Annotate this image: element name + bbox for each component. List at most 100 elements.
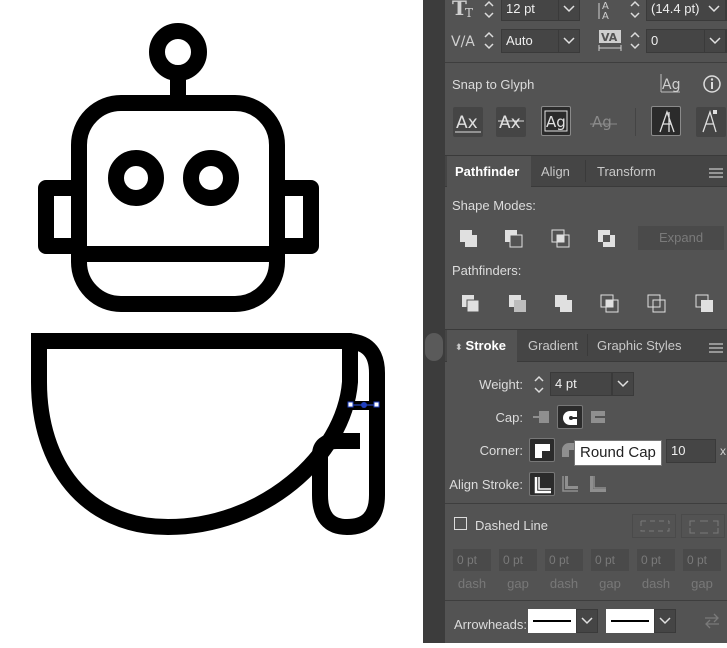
collapse-arrows-icon: ⬍ [455, 342, 463, 352]
start-arrowhead-dropdown[interactable] [576, 609, 598, 633]
expand-button[interactable]: Expand [638, 226, 724, 250]
kerning-icon: V/A [451, 29, 477, 53]
miter-limit-input[interactable]: 10 [666, 439, 716, 463]
kerning-stepper[interactable] [482, 29, 496, 53]
align-dash-corners-icon[interactable] [681, 514, 725, 538]
preserve-dash-icon[interactable] [632, 514, 676, 538]
pathfinders-label: Pathfinders: [452, 263, 522, 278]
align-stroke-label: Align Stroke: [449, 477, 523, 492]
cap-label: Cap: [495, 410, 523, 425]
font-size-icon: TT [451, 0, 477, 21]
robot-body [31, 333, 358, 535]
end-arrowhead-dropdown[interactable] [654, 609, 676, 633]
weight-dropdown[interactable] [612, 372, 634, 396]
gap-input-2[interactable]: 0 pt [591, 549, 629, 571]
properties-panel: TT 12 pt AA (14.4 pt) V/A Auto VA 0 Snap… [445, 0, 727, 643]
minus-front-icon[interactable] [502, 226, 528, 250]
align-inside-icon[interactable] [557, 472, 583, 496]
svg-text:V/A: V/A [451, 34, 475, 50]
glyph-options-icon[interactable]: Ag [658, 73, 682, 95]
projecting-cap-icon[interactable] [585, 405, 611, 429]
crop-icon[interactable] [598, 291, 624, 315]
dashed-line-checkbox[interactable] [454, 517, 467, 530]
panel-menu-icon[interactable] [709, 166, 723, 178]
gap-input-1[interactable]: 0 pt [499, 549, 537, 571]
panel-divider[interactable] [423, 0, 445, 643]
svg-text:VA: VA [601, 31, 618, 44]
robot-artwork[interactable] [0, 0, 423, 643]
leading-dropdown[interactable] [704, 0, 726, 21]
leading-icon: AA [598, 0, 622, 22]
dash-label: dash [641, 576, 671, 591]
divide-icon[interactable] [459, 291, 485, 315]
divider [587, 334, 588, 356]
butt-cap-icon[interactable] [529, 405, 555, 429]
snap-x-height-button[interactable]: Ax [496, 107, 526, 137]
tab-gradient[interactable]: Gradient [520, 330, 586, 361]
snap-angular-guides-button[interactable] [651, 106, 681, 136]
align-center-icon[interactable] [529, 472, 555, 496]
tab-stroke[interactable]: ⬍ Stroke [447, 330, 517, 362]
outline-icon[interactable] [645, 291, 671, 315]
snap-proximity-guides-button[interactable]: Ag [589, 107, 619, 137]
svg-text:A: A [602, 11, 609, 21]
snap-baseline-button[interactable]: Ax [453, 107, 483, 137]
round-cap-icon[interactable] [557, 405, 583, 429]
snap-glyph-bounds-button[interactable]: Ag [541, 106, 571, 136]
dashed-line-label: Dashed Line [475, 518, 548, 533]
gap-input-3[interactable]: 0 pt [683, 549, 721, 571]
panel-menu-icon[interactable] [709, 341, 723, 353]
divider [445, 62, 727, 63]
gap-label: gap [599, 576, 621, 591]
tracking-stepper[interactable] [628, 29, 642, 53]
tracking-icon: VA [598, 28, 624, 52]
end-arrowhead-select[interactable] [606, 609, 654, 633]
svg-text:Ax: Ax [499, 113, 521, 133]
font-size-stepper[interactable] [482, 0, 496, 22]
align-outside-icon[interactable] [585, 472, 611, 496]
tab-pathfinder[interactable]: Pathfinder [447, 156, 531, 187]
dash-input-3[interactable]: 0 pt [637, 549, 675, 571]
tracking-dropdown[interactable] [704, 29, 726, 53]
kerning-dropdown[interactable] [558, 29, 580, 53]
divider [445, 600, 727, 601]
arrowheads-label: Arrowheads: [454, 617, 527, 632]
panel-resize-grip[interactable] [425, 333, 443, 361]
robot-head [71, 95, 285, 312]
miter-join-icon[interactable] [529, 438, 555, 462]
dash-input-2[interactable]: 0 pt [545, 549, 583, 571]
svg-text:T: T [465, 6, 473, 20]
dash-label: dash [549, 576, 579, 591]
font-size-dropdown[interactable] [558, 0, 580, 21]
start-arrowhead-select[interactable] [528, 609, 576, 633]
gap-label: gap [507, 576, 529, 591]
svg-text:Ag: Ag [546, 113, 566, 131]
snap-to-glyph-label: Snap to Glyph [452, 77, 535, 92]
dash-input-1[interactable]: 0 pt [453, 549, 491, 571]
robot-antenna-ball [149, 23, 207, 81]
merge-icon[interactable] [552, 291, 578, 315]
shape-modes-label: Shape Modes: [452, 198, 536, 213]
exclude-icon[interactable] [595, 226, 621, 250]
weight-stepper[interactable] [532, 373, 546, 397]
tab-stroke-label: Stroke [465, 338, 507, 353]
info-icon[interactable] [702, 74, 722, 94]
tab-transform[interactable]: Transform [589, 156, 664, 187]
swap-arrowheads-icon[interactable] [702, 612, 722, 630]
divider [635, 108, 636, 136]
divider [585, 160, 586, 182]
selection-handles [347, 401, 380, 410]
artboard-canvas[interactable] [0, 0, 423, 643]
weight-input[interactable]: 4 pt [550, 372, 612, 396]
minus-back-icon[interactable] [693, 291, 719, 315]
tab-align[interactable]: Align [533, 156, 578, 187]
corner-label: Corner: [479, 443, 523, 458]
unite-icon[interactable] [457, 226, 483, 250]
svg-text:Ag: Ag [662, 77, 680, 93]
leading-stepper[interactable] [628, 0, 642, 22]
miter-limit-unit: x [720, 444, 726, 458]
trim-icon[interactable] [506, 291, 532, 315]
snap-anchor-point-button[interactable] [696, 107, 726, 137]
intersect-icon[interactable] [549, 226, 575, 250]
tab-graphic-styles[interactable]: Graphic Styles [589, 330, 690, 361]
